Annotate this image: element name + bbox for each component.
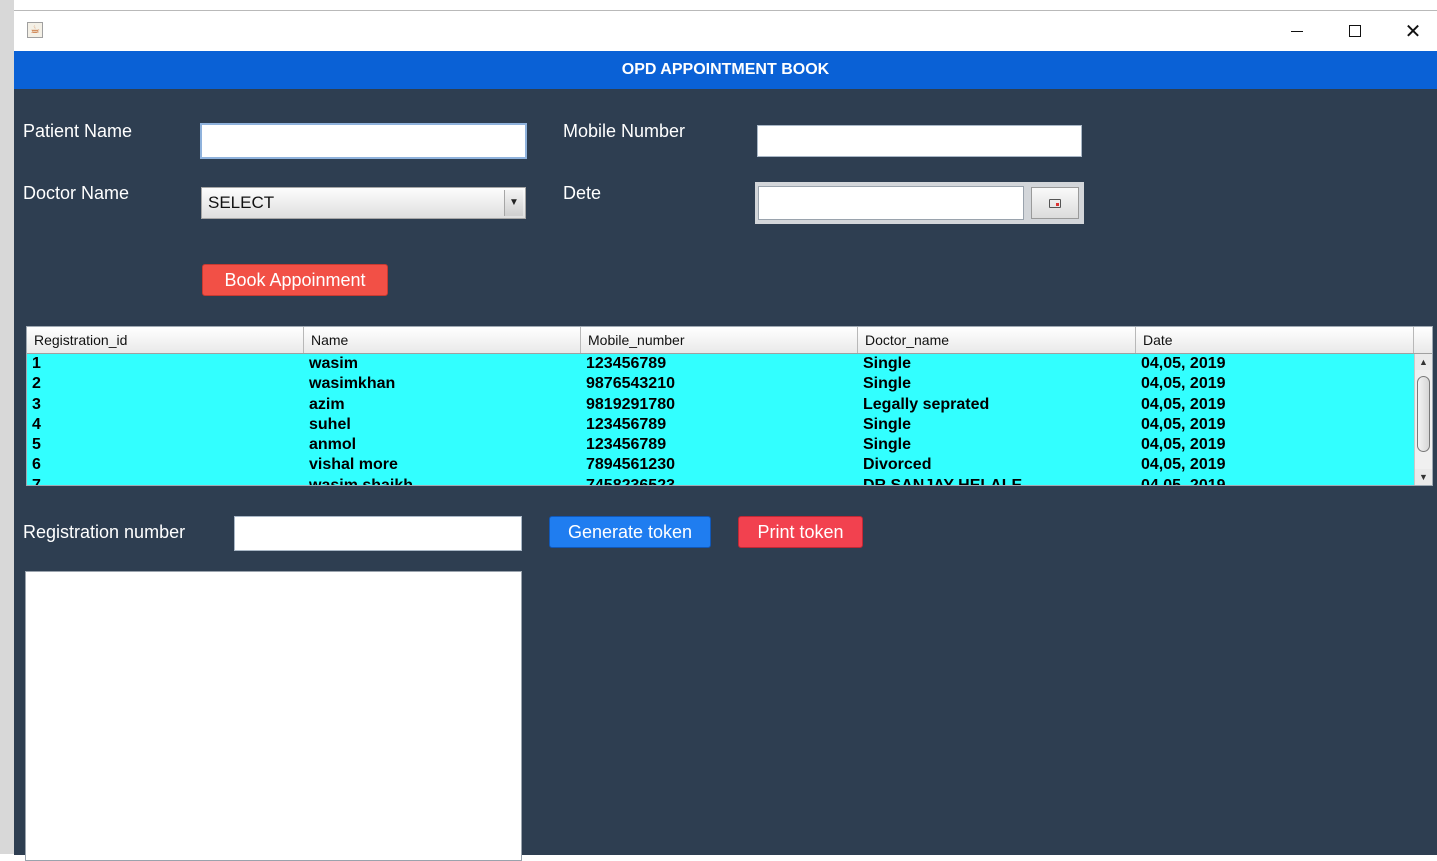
cell-name: vishal more xyxy=(309,456,398,474)
generate-token-button[interactable]: Generate token xyxy=(549,516,711,548)
scroll-down-icon[interactable]: ▼ xyxy=(1415,469,1432,485)
maximize-icon xyxy=(1349,24,1361,37)
java-coffee-icon: ☕ xyxy=(27,22,43,38)
cell-name: wasim shaikh xyxy=(304,476,581,485)
page-title: OPD APPOINTMENT BOOK xyxy=(14,51,1437,89)
cell-doctor-name: Single xyxy=(863,415,912,433)
cell-name: azim xyxy=(309,395,345,413)
cell-mobile-number: 123456789 xyxy=(586,415,667,433)
cell-registration-id: 3 xyxy=(32,395,41,413)
cell-registration-id: 2 xyxy=(32,375,41,393)
scroll-up-icon[interactable]: ▲ xyxy=(1415,354,1432,370)
cell-registration-id: 5 xyxy=(32,436,41,454)
cell-name: suhel xyxy=(309,415,351,433)
calendar-button[interactable] xyxy=(1031,187,1079,219)
scrollbar-thumb[interactable] xyxy=(1417,376,1430,452)
doctor-selected-value: SELECT xyxy=(208,193,275,212)
table-scrollbar[interactable]: ▲ ▼ xyxy=(1414,354,1432,485)
cell-doctor-name: Divorced xyxy=(863,456,932,474)
cell-registration-id: 7 xyxy=(27,476,304,485)
calendar-icon xyxy=(1049,198,1061,208)
cell-date: 04,05, 2019 xyxy=(1141,415,1226,433)
close-button[interactable]: ✕ xyxy=(1385,11,1437,50)
cell-mobile-number: 9819291780 xyxy=(586,395,675,413)
title-bar: ☕ ✕ xyxy=(14,11,1437,50)
book-appointment-button[interactable]: Book Appoinment xyxy=(202,264,388,296)
cell-doctor-name: Single xyxy=(863,355,912,372)
cell-date: 04,05, 2019 xyxy=(1141,375,1226,393)
table-row[interactable]: 2 wasimkhan 9876543210 Single 04,05, 201… xyxy=(27,374,1414,394)
close-icon: ✕ xyxy=(1404,18,1422,43)
doctor-name-select[interactable]: SELECT ▼ xyxy=(201,187,526,219)
cell-doctor-name: DR.SANJAY HELALE xyxy=(858,476,1136,485)
cell-date: 04,05, 2019 xyxy=(1136,476,1414,485)
minimize-button[interactable] xyxy=(1269,11,1325,50)
appointments-table: Registration_id Name Mobile_number Docto… xyxy=(26,326,1433,486)
column-header-mobile-number[interactable]: Mobile_number xyxy=(581,327,858,353)
cell-date: 04,05, 2019 xyxy=(1141,395,1226,413)
app-window: ☕ ✕ OPD APPOINTMENT BOOK Patient Name Mo… xyxy=(14,10,1437,861)
cell-mobile-number: 123456789 xyxy=(586,355,667,372)
cell-registration-id: 1 xyxy=(32,355,41,372)
table-row[interactable]: 3 azim 9819291780 Legally seprated 04,05… xyxy=(27,395,1414,415)
mobile-number-label: Mobile Number xyxy=(563,121,686,141)
cell-name: anmol xyxy=(309,436,357,454)
cell-doctor-name: Single xyxy=(863,375,912,393)
date-input[interactable] xyxy=(758,186,1024,220)
minimize-icon xyxy=(1291,31,1303,32)
cell-registration-id: 6 xyxy=(32,456,41,474)
cell-mobile-number: 7894561230 xyxy=(586,456,675,474)
table-header: Registration_id Name Mobile_number Docto… xyxy=(27,327,1432,354)
date-label: Dete xyxy=(563,183,602,203)
column-header-registration-id[interactable]: Registration_id xyxy=(27,327,304,353)
cell-date: 04,05, 2019 xyxy=(1141,456,1226,474)
column-header-date[interactable]: Date xyxy=(1136,327,1414,353)
table-row[interactable]: 5 anmol 123456789 Single 04,05, 2019 xyxy=(27,435,1414,455)
registration-number-label: Registration number xyxy=(23,522,186,542)
doctor-name-label: Doctor Name xyxy=(23,183,130,203)
chevron-down-icon[interactable]: ▼ xyxy=(504,190,523,216)
mobile-number-input[interactable] xyxy=(757,125,1082,157)
registration-number-input[interactable] xyxy=(234,516,522,551)
print-token-button[interactable]: Print token xyxy=(738,516,863,548)
table-row[interactable]: 7 wasim shaikh 7458236523 DR.SANJAY HELA… xyxy=(27,476,1414,485)
cell-mobile-number: 123456789 xyxy=(586,436,667,454)
main-panel: Patient Name Mobile Number Doctor Name S… xyxy=(14,89,1437,861)
cell-date: 04,05, 2019 xyxy=(1141,355,1226,372)
table-row[interactable]: 6 vishal more 7894561230 Divorced 04,05,… xyxy=(27,455,1414,475)
table-row[interactable]: 1 wasim 123456789 Single 04,05, 2019 xyxy=(27,354,1414,374)
cell-name: wasimkhan xyxy=(309,375,396,393)
table-body: 1 wasim 123456789 Single 04,05, 2019 2 w… xyxy=(27,354,1414,485)
patient-name-label: Patient Name xyxy=(23,121,133,141)
cell-date: 04,05, 2019 xyxy=(1141,436,1226,454)
patient-name-input[interactable] xyxy=(200,123,527,159)
table-row[interactable]: 4 suhel 123456789 Single 04,05, 2019 xyxy=(27,415,1414,435)
cell-mobile-number: 9876543210 xyxy=(586,375,675,393)
cell-doctor-name: Single xyxy=(863,436,912,454)
date-picker xyxy=(755,182,1084,224)
cell-name: wasim xyxy=(309,355,358,372)
maximize-button[interactable] xyxy=(1327,11,1383,50)
token-output-area[interactable] xyxy=(25,571,522,861)
cell-registration-id: 4 xyxy=(32,415,41,433)
column-header-name[interactable]: Name xyxy=(304,327,581,353)
desktop-background xyxy=(0,0,14,854)
cell-doctor-name: Legally seprated xyxy=(863,395,990,413)
cell-mobile-number: 7458236523 xyxy=(581,476,858,485)
column-header-doctor-name[interactable]: Doctor_name xyxy=(858,327,1136,353)
column-header-spacer xyxy=(1414,327,1432,353)
